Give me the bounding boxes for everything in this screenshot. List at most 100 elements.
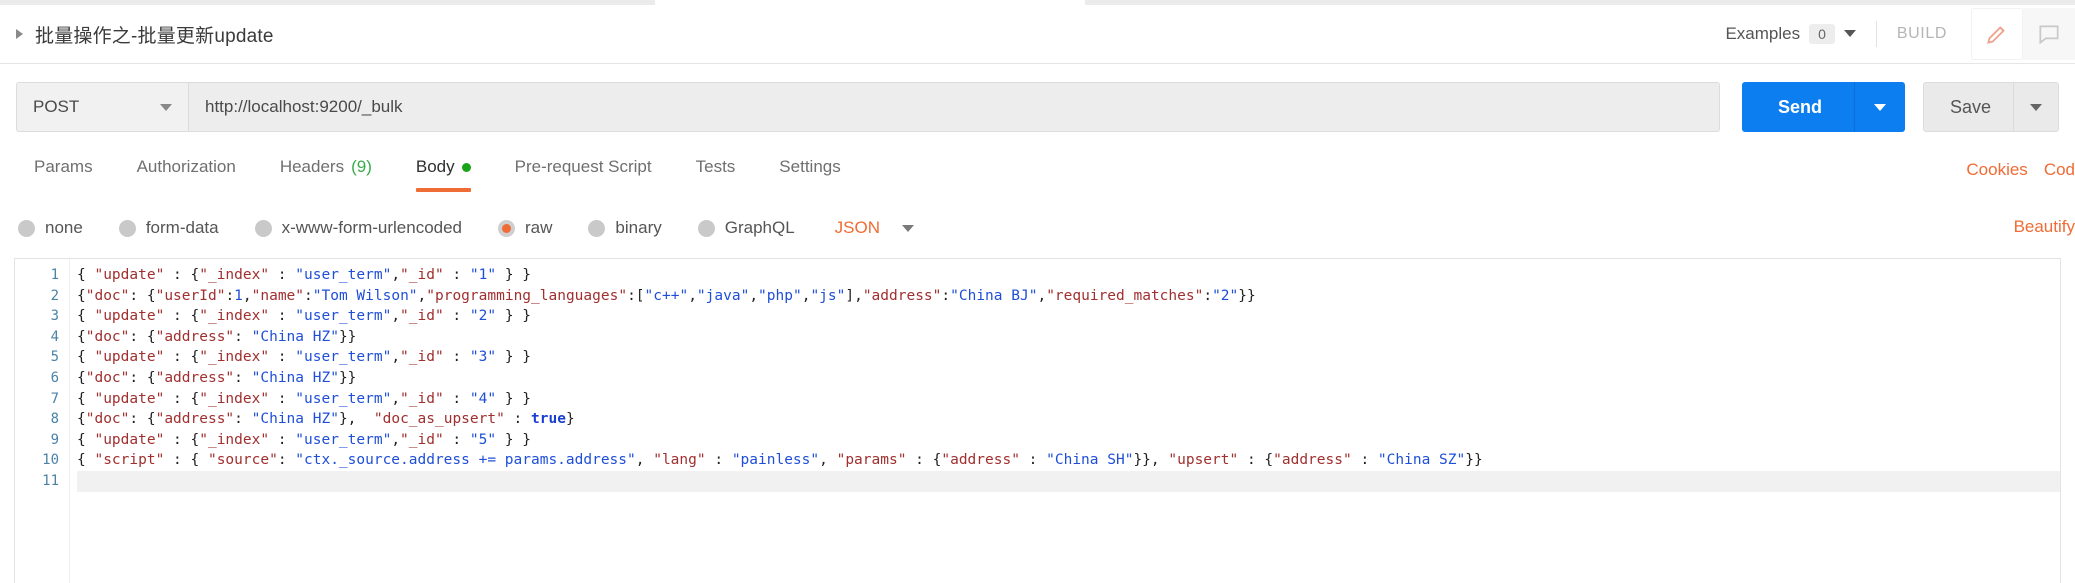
editor-line-content[interactable]: {"doc": {"address": "China HZ"}} bbox=[77, 327, 2060, 348]
code-token: : bbox=[234, 411, 252, 428]
code-token: "c++" bbox=[644, 287, 689, 304]
request-title-group[interactable]: 批量操作之-批量更新update bbox=[0, 21, 274, 48]
editor-line-number: 5 bbox=[50, 349, 59, 366]
code-token: : bbox=[443, 390, 470, 407]
code-token: true bbox=[531, 411, 566, 428]
code-token: "China SH" bbox=[1046, 452, 1134, 469]
send-button[interactable]: Send bbox=[1741, 82, 1905, 132]
code-token: "_index" bbox=[199, 390, 270, 407]
cookies-link[interactable]: Cookies bbox=[1966, 160, 2027, 180]
code-token: "address" bbox=[155, 411, 235, 428]
save-options-button[interactable] bbox=[2014, 103, 2058, 111]
editor-line[interactable]: 10 { "script" : { "source": "ctx._source.… bbox=[15, 450, 2060, 471]
editor-line[interactable]: 3 { "update" : {"_index" : "user_term","_… bbox=[15, 306, 2060, 327]
code-token: "address" bbox=[155, 328, 235, 345]
editor-line-content[interactable]: { "script" : { "source": "ctx._source.ad… bbox=[77, 450, 2060, 471]
body-type-form-data[interactable]: form-data bbox=[118, 218, 219, 238]
radio-label: binary bbox=[615, 218, 662, 237]
editor-line-content[interactable]: { "update" : {"_index" : "user_term","_i… bbox=[77, 306, 2060, 327]
editor-line-content[interactable]: {"doc": {"address": "China HZ"}, "doc_as… bbox=[77, 409, 2060, 430]
examples-dropdown[interactable]: Examples 0 bbox=[1725, 23, 1856, 45]
send-button-label: Send bbox=[1777, 96, 1822, 117]
code-token: "doc_as_upsert" bbox=[373, 411, 505, 428]
body-type-graphql[interactable]: GraphQL bbox=[697, 218, 795, 238]
editor-line[interactable]: 9 { "update" : {"_index" : "user_term","_… bbox=[15, 430, 2060, 451]
chevron-down-icon[interactable] bbox=[160, 103, 172, 111]
code-token: : bbox=[443, 349, 470, 366]
body-type-none[interactable]: none bbox=[18, 218, 83, 238]
code-token: : bbox=[443, 267, 470, 283]
triangle-right-icon[interactable] bbox=[16, 29, 23, 39]
code-token: "_id" bbox=[400, 349, 444, 366]
chevron-down-icon bbox=[2030, 103, 2042, 111]
editor-line-content[interactable]: { "update" : {"_index" : "user_term","_i… bbox=[77, 265, 2060, 286]
code-token: : bbox=[269, 390, 296, 407]
request-url-value: http://localhost:9200/_bulk bbox=[205, 97, 403, 116]
active-tab-underline bbox=[415, 188, 471, 192]
code-token: "userId" bbox=[155, 287, 226, 304]
editor-line-content[interactable]: { "update" : {"_index" : "user_term","_i… bbox=[77, 389, 2060, 410]
tab-headers[interactable]: Headers (9) bbox=[258, 151, 394, 193]
editor-line-content[interactable]: { "update" : {"_index" : "user_term","_i… bbox=[77, 347, 2060, 368]
raw-format-select[interactable]: JSON bbox=[835, 218, 915, 238]
save-button[interactable]: Save bbox=[1922, 82, 2059, 132]
code-token: , bbox=[391, 267, 401, 283]
request-url-input[interactable]: http://localhost:9200/_bulk bbox=[188, 82, 1720, 132]
editor-line-content[interactable] bbox=[77, 470, 2060, 492]
code-token: { bbox=[77, 349, 95, 366]
editor-code-area[interactable]: 1{ "update" : {"_index" : "user_term","_… bbox=[15, 259, 2060, 583]
code-token: "_index" bbox=[199, 431, 270, 448]
tab-authorization[interactable]: Authorization bbox=[115, 151, 258, 193]
editor-line-content[interactable]: {"doc": {"address": "China HZ"}} bbox=[77, 368, 2060, 389]
comments-button[interactable] bbox=[2023, 8, 2075, 60]
editor-line-number: 11 bbox=[42, 472, 59, 489]
beautify-link[interactable]: Beautify bbox=[2014, 217, 2075, 237]
code-token: }} bbox=[1238, 287, 1256, 304]
code-token: , bbox=[1037, 287, 1047, 304]
editor-line[interactable]: 11 bbox=[15, 470, 2060, 492]
code-token: : { bbox=[129, 369, 156, 386]
chevron-down-icon[interactable] bbox=[1843, 30, 1856, 38]
tab-pre-request-script[interactable]: Pre-request Script bbox=[493, 151, 674, 193]
tab-tests[interactable]: Tests bbox=[674, 151, 758, 193]
code-token: : { bbox=[129, 287, 156, 304]
tab-body[interactable]: Body bbox=[394, 151, 493, 193]
tab-settings[interactable]: Settings bbox=[757, 151, 862, 193]
code-token: "upsert" bbox=[1168, 452, 1239, 469]
send-options-button[interactable] bbox=[1855, 103, 1905, 111]
editor-line[interactable]: 4 {"doc": {"address": "China HZ"}} bbox=[15, 327, 2060, 348]
code-link[interactable]: Cod bbox=[2044, 160, 2075, 180]
code-token: : bbox=[277, 452, 296, 469]
body-type-raw[interactable]: raw bbox=[498, 218, 552, 238]
editor-line[interactable]: 8 {"doc": {"address": "China HZ"}, "doc_a… bbox=[15, 409, 2060, 430]
request-body-editor[interactable]: 1{ "update" : {"_index" : "user_term","_… bbox=[14, 258, 2061, 583]
code-token: : bbox=[225, 287, 235, 304]
code-token: "China SZ" bbox=[1377, 452, 1466, 469]
code-token: "_index" bbox=[199, 349, 270, 366]
code-token: "required_matches" bbox=[1046, 287, 1204, 304]
code-token: "user_term" bbox=[295, 349, 392, 366]
code-token: "source" bbox=[207, 452, 278, 469]
edit-request-button[interactable] bbox=[1971, 8, 2023, 60]
editor-line[interactable]: 2 {"doc": {"userId":1,"name":"Tom Wilson"… bbox=[15, 286, 2060, 307]
code-token: : bbox=[443, 431, 470, 448]
code-token: , bbox=[635, 452, 654, 469]
tab-params[interactable]: Params bbox=[12, 151, 115, 193]
editor-line[interactable]: 7 { "update" : {"_index" : "user_term","_… bbox=[15, 389, 2060, 410]
editor-line[interactable]: 5 { "update" : {"_index" : "user_term","_… bbox=[15, 347, 2060, 368]
editor-line[interactable]: 1 { "update" : {"_index" : "user_term","_… bbox=[15, 265, 2060, 286]
code-token: "Tom Wilson" bbox=[312, 287, 418, 304]
code-token: , bbox=[819, 452, 837, 469]
code-token: "user_term" bbox=[295, 308, 392, 325]
body-type-binary[interactable]: binary bbox=[588, 218, 662, 238]
body-type-x-www-form-urlencoded[interactable]: x-www-form-urlencoded bbox=[254, 218, 462, 238]
editor-line-content[interactable]: {"doc": {"userId":1,"name":"Tom Wilson",… bbox=[77, 286, 2060, 307]
code-token: : bbox=[269, 267, 296, 283]
editor-line-content[interactable]: { "update" : {"_index" : "user_term","_i… bbox=[77, 430, 2060, 451]
code-token: "doc" bbox=[85, 369, 130, 386]
code-token: , bbox=[391, 431, 401, 448]
examples-label: Examples bbox=[1725, 23, 1801, 43]
http-method-select[interactable]: POST bbox=[16, 82, 188, 132]
editor-line[interactable]: 6 {"doc": {"address": "China HZ"}} bbox=[15, 368, 2060, 389]
chevron-down-icon[interactable] bbox=[902, 224, 915, 232]
